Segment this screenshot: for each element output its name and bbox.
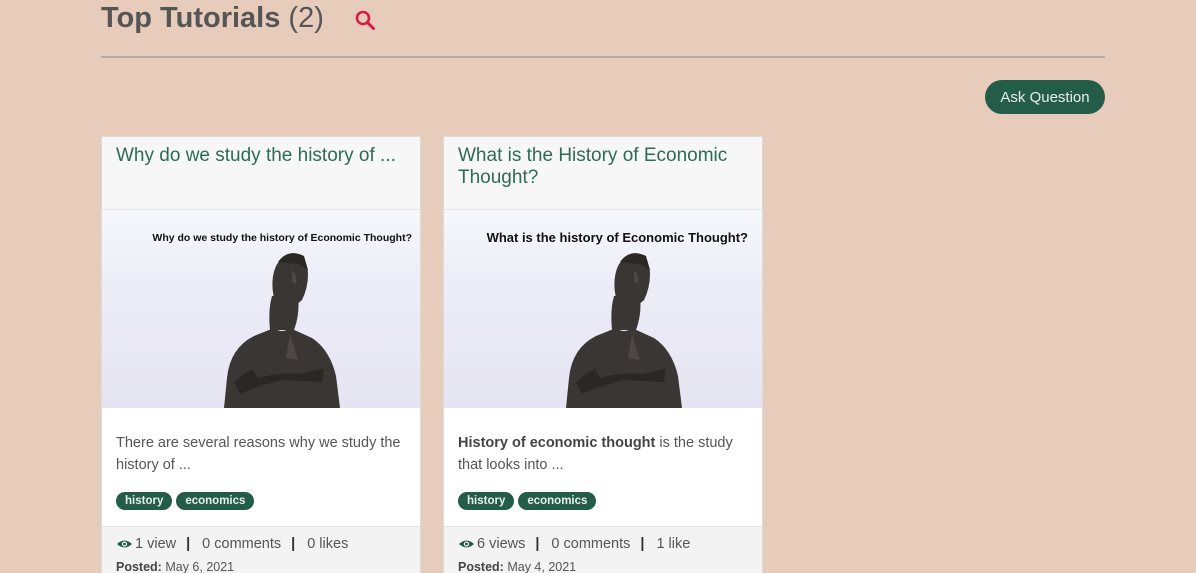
tutorial-thumbnail[interactable]: Why do we study the history of Economic … [102, 210, 420, 408]
eye-icon [459, 540, 474, 548]
posted-date-value: May 6, 2021 [165, 560, 235, 573]
page-title: Top Tutorials (2) [101, 0, 324, 36]
comment-count[interactable]: 0 comments [551, 536, 630, 552]
search-icon[interactable] [353, 8, 377, 32]
tutorial-card: Why do we study the history of ... Why d… [101, 136, 421, 573]
tutorial-count: (2) [288, 2, 324, 34]
posted-label: Posted: [116, 560, 162, 573]
tutorial-excerpt: History of economic thought is the study… [458, 432, 748, 476]
excerpt-bold-text: History of economic thought [458, 435, 656, 451]
tag-list: history economics [116, 492, 255, 510]
ask-question-button[interactable]: Ask Question [985, 80, 1105, 114]
card-stats: 1 view | 0 comments | 0 likes [116, 536, 406, 552]
tag-economics[interactable]: economics [518, 492, 597, 510]
posted-date: Posted: May 6, 2021 [116, 560, 406, 573]
card-header: What is the History of Economic Thought? [444, 137, 762, 210]
tutorial-title-link[interactable]: What is the History of Economic Thought? [458, 145, 748, 189]
image-caption: Why do we study the history of Economic … [152, 232, 412, 244]
view-count: 6 views [477, 536, 526, 552]
page-header: Top Tutorials (2) [101, 0, 1105, 58]
tag-history[interactable]: history [458, 492, 515, 510]
tag-history[interactable]: history [116, 492, 173, 510]
image-caption: What is the history of Economic Thought? [486, 230, 748, 245]
card-footer: 6 views | 0 comments | 1 like Posted: Ma… [444, 526, 762, 573]
tutorial-thumbnail[interactable]: What is the history of Economic Thought? [444, 210, 762, 408]
like-count: 0 likes [307, 536, 349, 552]
card-stats: 6 views | 0 comments | 1 like [458, 536, 748, 552]
eye-icon [117, 540, 132, 548]
view-count: 1 view [135, 536, 177, 552]
page-title-text: Top Tutorials [101, 2, 281, 34]
card-header: Why do we study the history of ... [102, 137, 420, 210]
tag-list: history economics [458, 492, 597, 510]
tag-economics[interactable]: economics [176, 492, 255, 510]
separator: | [291, 536, 296, 552]
posted-date: Posted: May 4, 2021 [458, 560, 748, 573]
like-count: 1 like [656, 536, 691, 552]
tutorial-title-link[interactable]: Why do we study the history of ... [116, 145, 406, 167]
card-footer: 1 view | 0 comments | 0 likes Posted: Ma… [102, 526, 420, 573]
comment-count[interactable]: 0 comments [202, 536, 281, 552]
card-body: There are several reasons why we study t… [102, 408, 420, 526]
separator: | [640, 536, 645, 552]
separator: | [535, 536, 540, 552]
tutorial-excerpt: There are several reasons why we study t… [116, 432, 406, 476]
excerpt-text: There are several reasons why we study t… [116, 435, 401, 473]
card-body: History of economic thought is the study… [444, 408, 762, 526]
posted-date-value: May 4, 2021 [507, 560, 577, 573]
posted-label: Posted: [458, 560, 504, 573]
separator: | [186, 536, 191, 552]
tutorial-card: What is the History of Economic Thought?… [443, 136, 763, 573]
